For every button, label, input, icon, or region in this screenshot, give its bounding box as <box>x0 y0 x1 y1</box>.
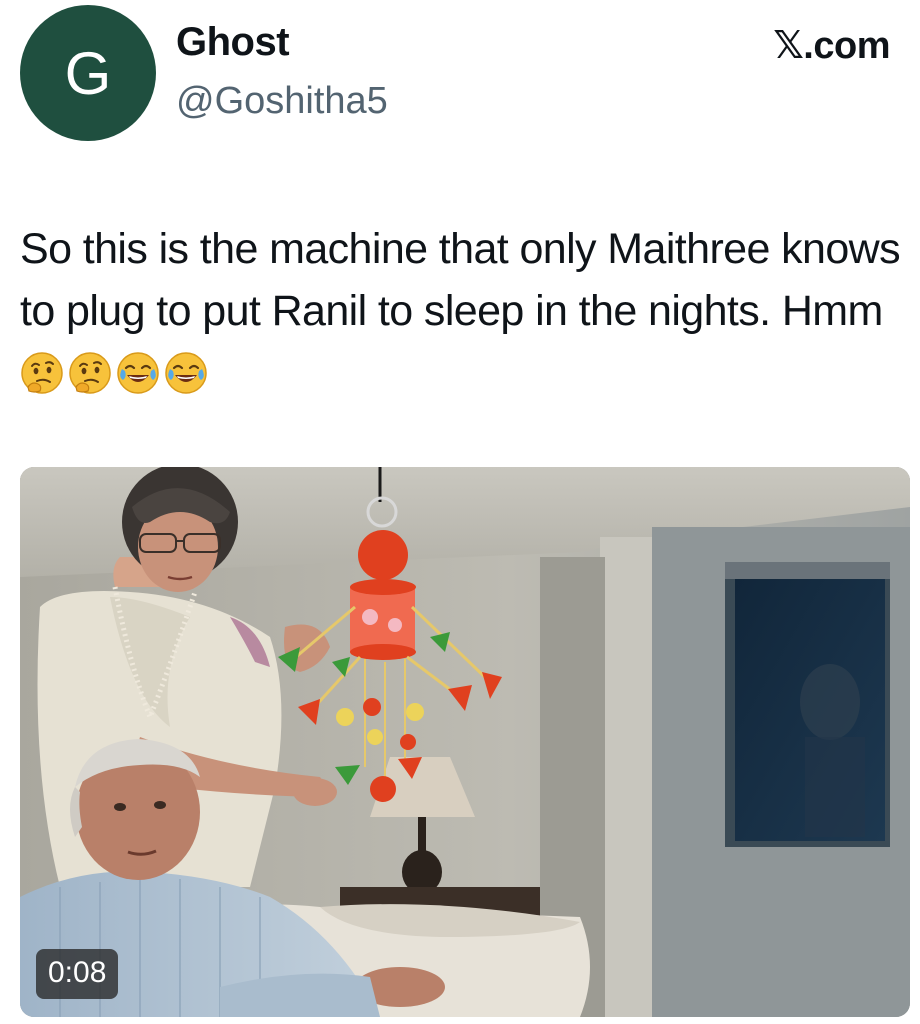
thinking-face-icon <box>21 352 63 394</box>
avatar-letter: G <box>64 40 112 107</box>
video-duration-badge: 0:08 <box>36 949 119 999</box>
avatar[interactable]: G <box>20 5 156 141</box>
video-thumbnail[interactable]: 0:08 <box>20 467 910 1017</box>
face-with-tears-of-joy-icon <box>117 352 159 394</box>
face-with-tears-of-joy-icon <box>165 352 207 394</box>
video-frame-illustration <box>20 467 910 1017</box>
tweet-text: So this is the machine that only Maithre… <box>20 218 910 404</box>
author-display-name[interactable]: Ghost <box>176 22 290 62</box>
tweet-body: So this is the machine that only Maithre… <box>20 225 901 335</box>
emoji-group <box>20 349 212 397</box>
x-source-label: 𝕏.com <box>773 25 890 67</box>
author-handle[interactable]: @Goshitha5 <box>176 82 388 120</box>
tweet-screenshot: G Ghost @Goshitha5 𝕏.com So this is the … <box>0 0 920 1024</box>
thinking-face-icon <box>69 352 111 394</box>
